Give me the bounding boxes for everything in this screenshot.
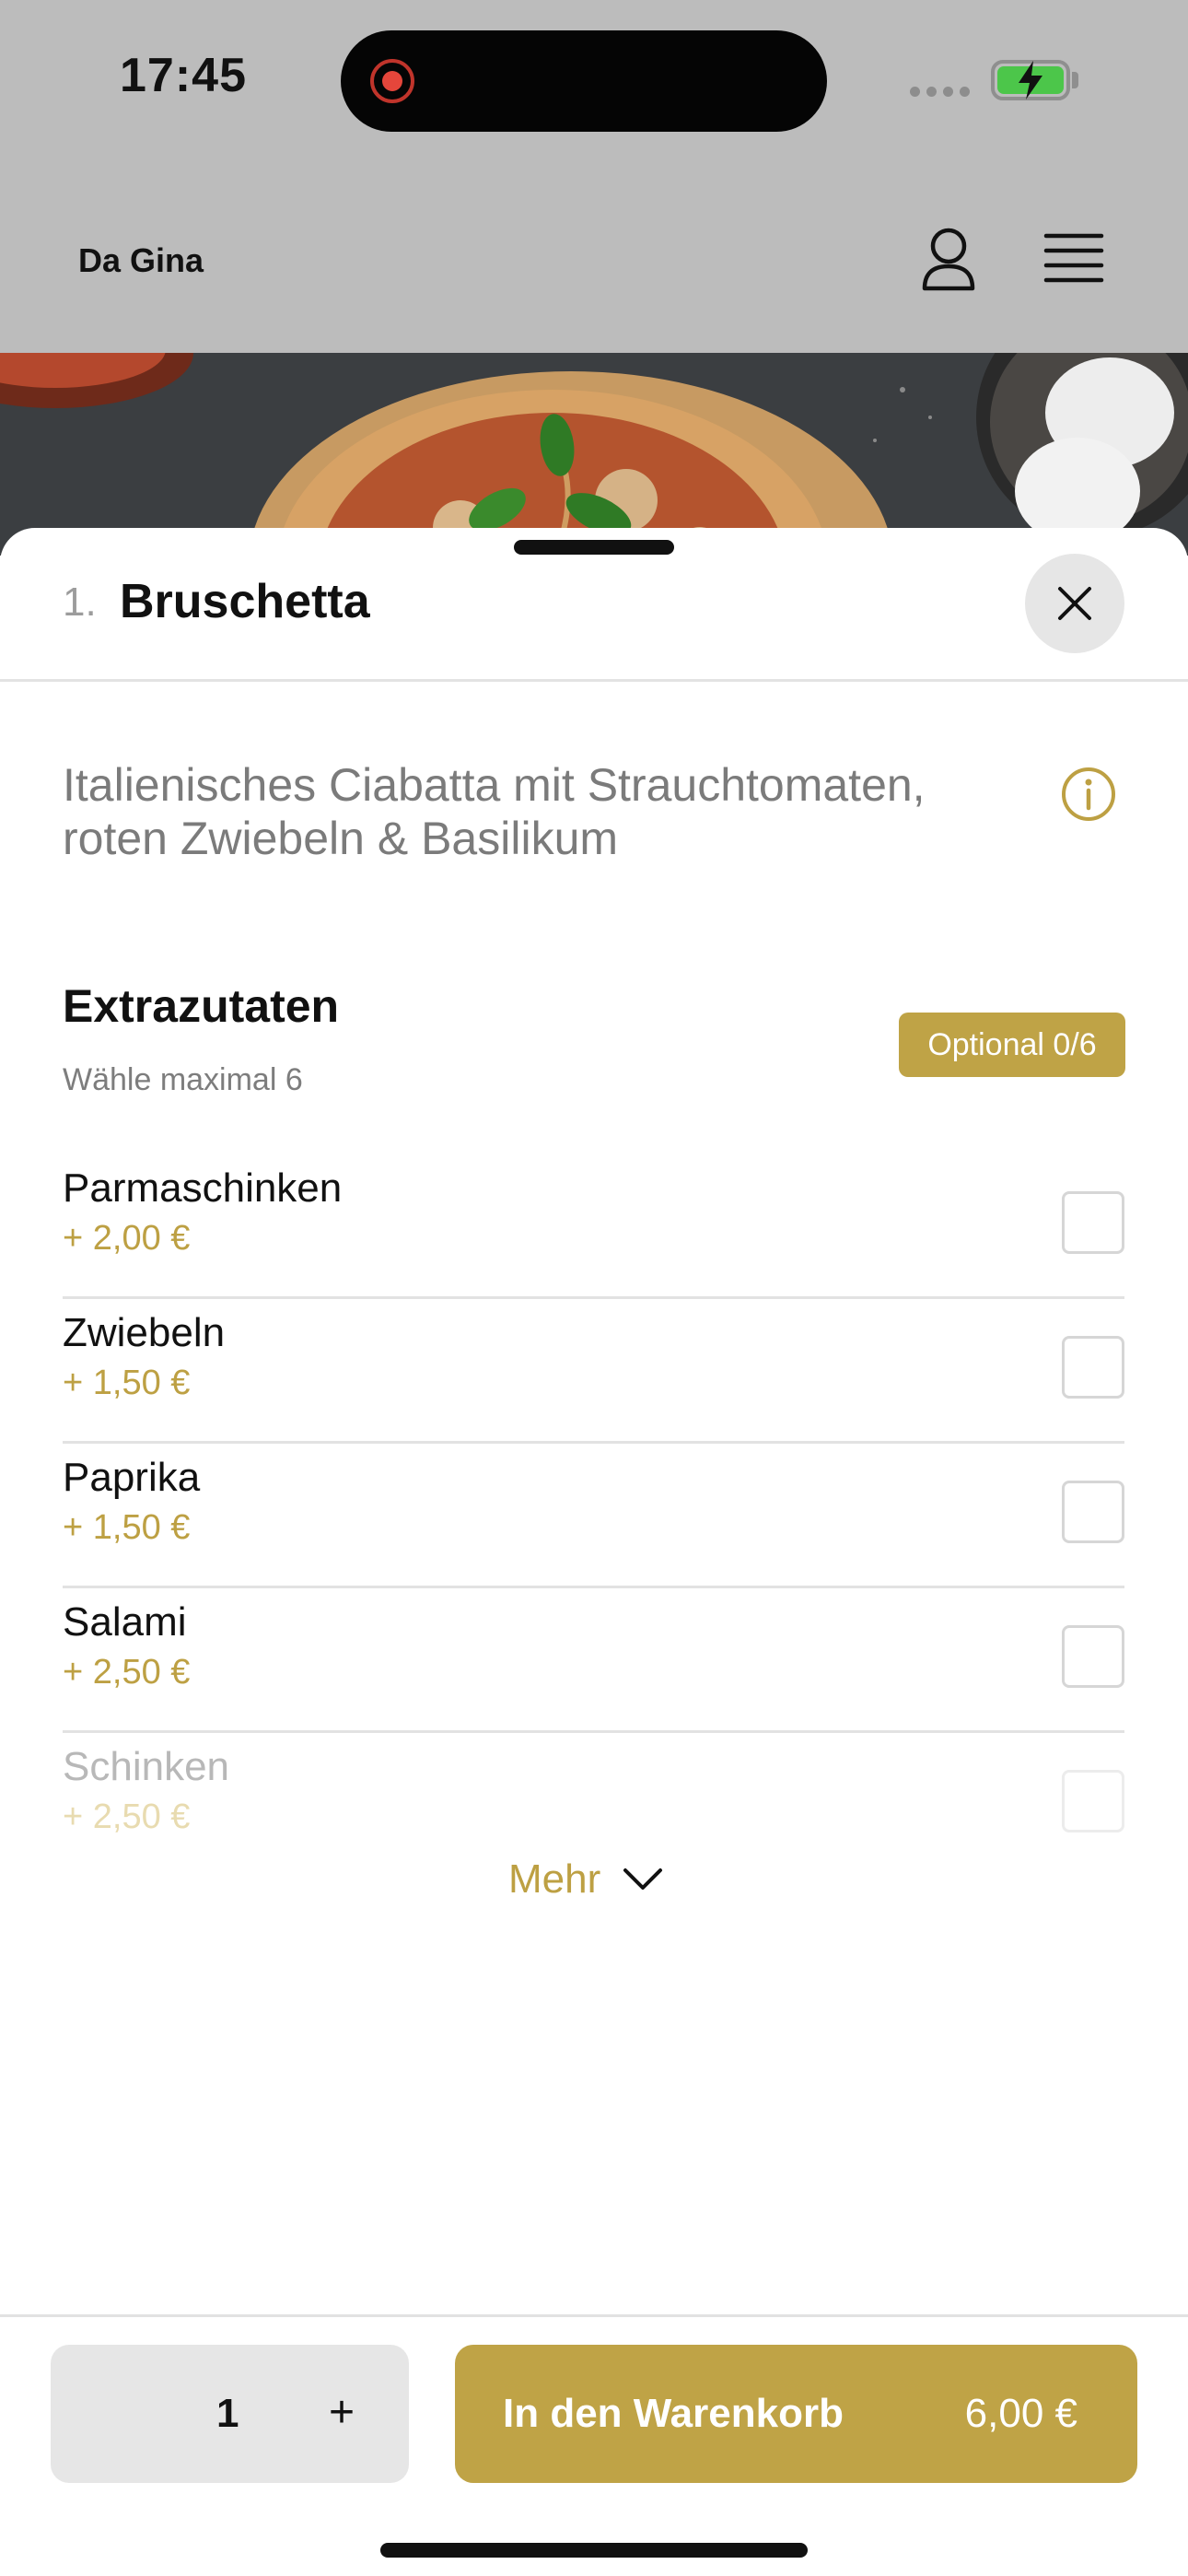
- show-more-label: Mehr: [508, 1856, 601, 1902]
- extras-options-list: Parmaschinken + 2,00 € Zwiebeln + 1,50 €…: [63, 1154, 1124, 1875]
- item-title: Bruschetta: [120, 575, 370, 628]
- option-name: Schinken: [63, 1744, 230, 1789]
- record-icon: [370, 59, 414, 103]
- sheet-title-row: 1. Bruschetta: [0, 528, 1188, 682]
- extras-title: Extrazutaten: [63, 980, 340, 1032]
- option-name: Paprika: [63, 1455, 201, 1500]
- option-name: Salami: [63, 1599, 187, 1645]
- restaurant-brand[interactable]: Da Gina: [78, 241, 204, 280]
- cart-price: 6,00 €: [964, 2391, 1077, 2436]
- signal-icon: [910, 87, 970, 97]
- pizza-image: [0, 353, 1188, 556]
- dynamic-island: [341, 30, 827, 132]
- option-price: + 2,50 €: [63, 1653, 191, 1692]
- close-button[interactable]: [1025, 554, 1124, 653]
- extra-option-salami[interactable]: Salami + 2,50 €: [63, 1588, 1124, 1733]
- menu-icon[interactable]: [1043, 230, 1104, 286]
- quantity-stepper: 1 +: [51, 2345, 409, 2483]
- option-checkbox[interactable]: [1062, 1336, 1124, 1399]
- quantity-value: 1: [216, 2391, 239, 2436]
- option-price: + 1,50 €: [63, 1508, 191, 1547]
- option-price: + 1,50 €: [63, 1364, 191, 1402]
- option-checkbox[interactable]: [1062, 1625, 1124, 1688]
- item-number: 1.: [63, 580, 97, 625]
- option-price: + 2,50 €: [63, 1797, 191, 1836]
- option-price: + 2,00 €: [63, 1219, 191, 1258]
- extra-option-schinken[interactable]: Schinken + 2,50 €: [63, 1733, 1124, 1875]
- extra-option-zwiebeln[interactable]: Zwiebeln + 1,50 €: [63, 1299, 1124, 1444]
- charging-bolt-icon: [1019, 61, 1042, 100]
- option-checkbox[interactable]: [1062, 1481, 1124, 1543]
- status-time: 17:45: [120, 49, 247, 102]
- item-detail-sheet: 1. Bruschetta Italienisches Ciabatta mit…: [0, 528, 1188, 2576]
- profile-icon[interactable]: [919, 226, 978, 292]
- extra-option-paprika[interactable]: Paprika + 1,50 €: [63, 1444, 1124, 1588]
- option-name: Zwiebeln: [63, 1310, 226, 1355]
- footer-divider: [0, 2314, 1188, 2317]
- chevron-down-icon: [623, 1868, 663, 1890]
- optional-badge: Optional 0/6: [899, 1013, 1125, 1077]
- item-description: Italienisches Ciabatta mit Strauchtomate…: [63, 759, 926, 864]
- hero-image: [0, 353, 1188, 556]
- info-icon[interactable]: [1060, 766, 1117, 823]
- option-checkbox[interactable]: [1062, 1770, 1124, 1832]
- option-name: Parmaschinken: [63, 1165, 343, 1211]
- quantity-plus-button[interactable]: +: [329, 2387, 355, 2438]
- option-checkbox[interactable]: [1062, 1191, 1124, 1254]
- home-indicator[interactable]: [380, 2543, 808, 2558]
- extras-subtitle: Wähle maximal 6: [63, 1062, 303, 1097]
- add-to-cart-label: In den Warenkorb: [503, 2391, 844, 2436]
- close-icon: [1058, 587, 1091, 620]
- show-more-button[interactable]: Mehr: [508, 1856, 663, 1903]
- extra-option-parmaschinken[interactable]: Parmaschinken + 2,00 €: [63, 1154, 1124, 1299]
- dimmed-header-background: 17:45 Da Gina: [0, 0, 1188, 353]
- add-to-cart-button[interactable]: In den Warenkorb 6,00 €: [455, 2345, 1137, 2483]
